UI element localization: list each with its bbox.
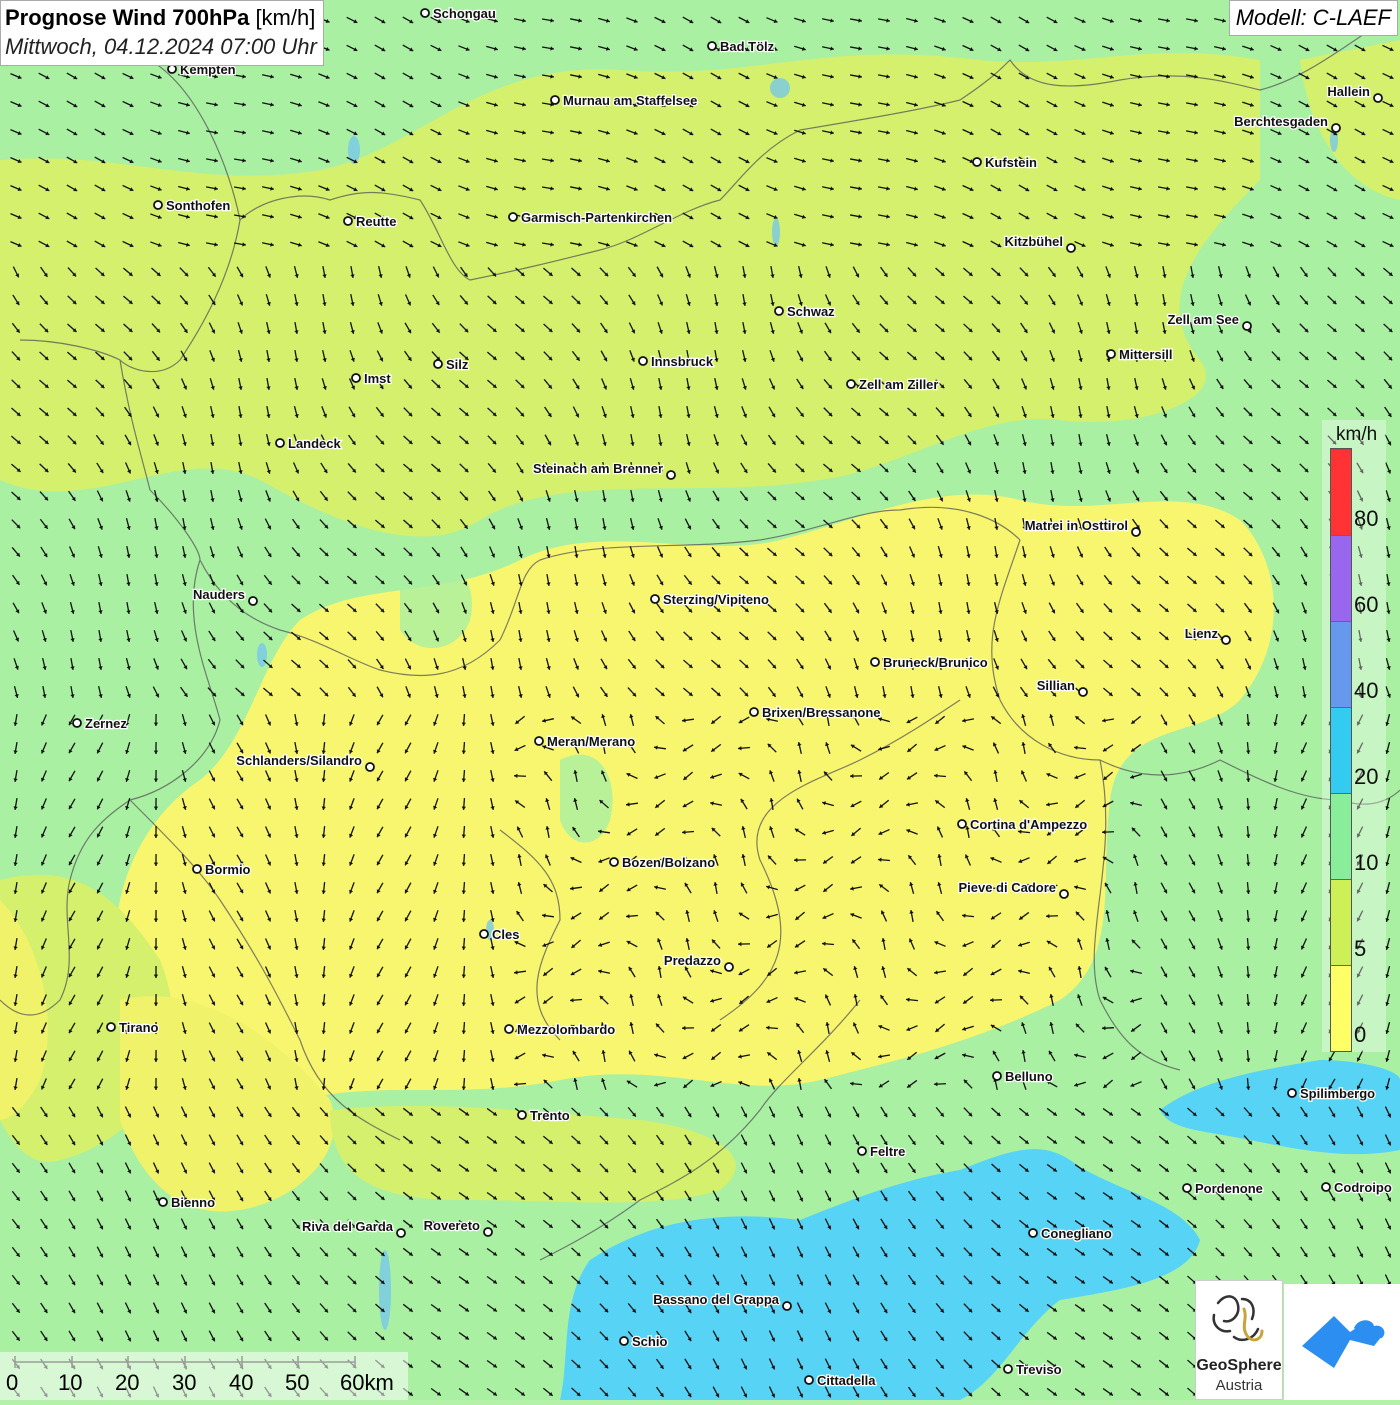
wind-map[interactable]: SchongauBad TölzKemptenMurnau am Staffel… <box>0 0 1400 1400</box>
